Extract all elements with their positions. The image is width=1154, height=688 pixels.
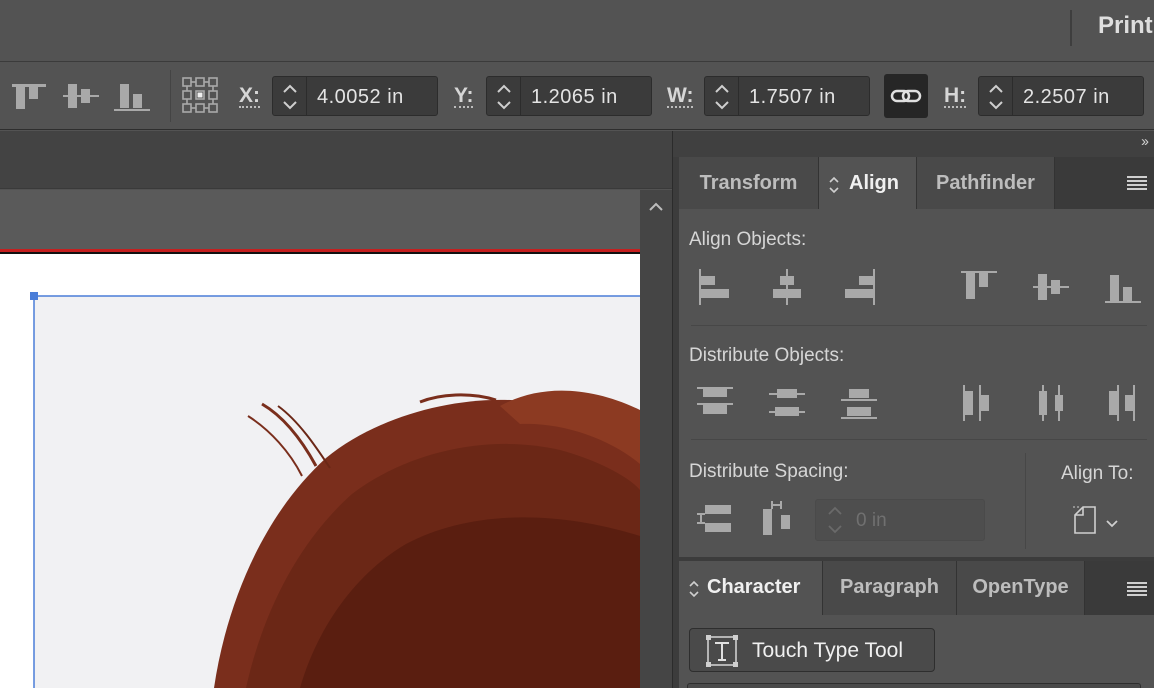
link-icon: [890, 89, 922, 103]
distribute-right-edges-icon[interactable]: [1103, 383, 1143, 423]
h-field[interactable]: 2.2507 in: [978, 76, 1144, 116]
distribute-left-edges-icon[interactable]: [959, 383, 999, 423]
y-label: Y:: [454, 84, 474, 108]
touch-type-tool-button[interactable]: Touch Type Tool: [689, 628, 935, 672]
distribute-horizontal-space-icon[interactable]: [757, 499, 797, 539]
character-panel-tabs: Character Paragraph OpenType: [679, 561, 1154, 615]
distribute-horizontal-centers-icon[interactable]: [1031, 383, 1071, 423]
section-divider-vertical: [1025, 453, 1026, 549]
h-value[interactable]: 2.2507 in: [1023, 86, 1110, 109]
spacing-value: 0 in: [856, 510, 887, 531]
control-bar: X: 4.0052 in Y: 1.2065 in W: 1.7507 in H…: [0, 62, 1154, 130]
distribute-spacing-title: Distribute Spacing:: [689, 461, 849, 482]
h-stepper[interactable]: [979, 77, 1013, 115]
align-objects-title: Align Objects:: [689, 229, 807, 250]
tab-align-label: Align: [849, 172, 899, 194]
stepper-arrows-icon: [828, 506, 842, 534]
collapse-panels-button[interactable]: ››: [1141, 133, 1149, 150]
document-page[interactable]: [0, 254, 640, 688]
application-bar: Print: [0, 0, 1154, 62]
tab-character[interactable]: Character: [679, 561, 823, 615]
align-top-edges-icon[interactable]: [8, 76, 50, 116]
align-bottom-edges-icon[interactable]: [112, 76, 154, 116]
x-stepper[interactable]: [273, 77, 307, 115]
distribute-vertical-centers-icon[interactable]: [767, 383, 807, 423]
distribute-top-edges-icon[interactable]: [695, 383, 735, 423]
y-field[interactable]: 1.2065 in: [486, 76, 652, 116]
scroll-up-icon[interactable]: [640, 190, 672, 222]
pasteboard: [0, 190, 640, 250]
panel-menu-icon[interactable]: [1127, 581, 1147, 597]
align-panel-tabs: Transform Align Pathfinder: [679, 157, 1154, 209]
h-label: H:: [944, 84, 967, 108]
spacing-field: 0 in: [815, 499, 985, 541]
vertical-scrollbar[interactable]: [640, 190, 672, 688]
side-panel: ›› Transform Align Pathfinder Align Obje…: [672, 131, 1154, 688]
w-value[interactable]: 1.7507 in: [749, 86, 836, 109]
tab-align[interactable]: Align: [819, 157, 917, 209]
stepper-arrows-icon: [715, 84, 729, 110]
control-bar-divider: [170, 70, 171, 122]
font-family-field[interactable]: [687, 683, 1141, 688]
distribute-bottom-edges-icon[interactable]: [839, 383, 879, 423]
stepper-arrows-icon: [989, 84, 1003, 110]
section-divider: [691, 439, 1147, 440]
x-field[interactable]: 4.0052 in: [272, 76, 438, 116]
stepper-arrows-icon: [283, 84, 297, 110]
y-value[interactable]: 1.2065 in: [531, 86, 618, 109]
print-menu[interactable]: Print: [1098, 12, 1153, 40]
tab-opentype[interactable]: OpenType: [957, 561, 1085, 615]
x-value[interactable]: 4.0052 in: [317, 86, 404, 109]
constrain-proportions-button[interactable]: [884, 74, 928, 118]
w-stepper[interactable]: [705, 77, 739, 115]
tab-character-label: Character: [707, 576, 801, 598]
document-tab-bar: [0, 131, 672, 189]
align-to-selection-dropdown[interactable]: [1071, 503, 1127, 539]
align-vertical-centers-icon[interactable]: [60, 76, 102, 116]
align-right-edges-icon[interactable]: [839, 267, 879, 307]
toolbar-divider: [1070, 10, 1072, 46]
distribute-vertical-space-icon[interactable]: [695, 499, 735, 539]
touch-type-tool-icon: [706, 635, 738, 667]
align-to-title: Align To:: [1061, 463, 1134, 484]
x-label: X:: [239, 84, 260, 108]
w-label: W:: [667, 84, 694, 108]
tab-chevrons-icon: [689, 580, 699, 598]
touch-type-tool-label: Touch Type Tool: [752, 639, 903, 662]
panel-dock-header: ››: [673, 131, 1154, 157]
align-horizontal-centers-icon[interactable]: [767, 267, 807, 307]
selection-handle[interactable]: [30, 292, 38, 300]
tab-transform[interactable]: Transform: [679, 157, 819, 209]
align-bottom-edges-icon[interactable]: [1103, 267, 1143, 307]
section-divider: [691, 325, 1147, 326]
panel-menu-icon[interactable]: [1127, 175, 1147, 191]
align-left-edges-icon[interactable]: [695, 267, 735, 307]
tab-paragraph[interactable]: Paragraph: [823, 561, 957, 615]
y-stepper[interactable]: [487, 77, 521, 115]
stepper-arrows-icon: [497, 84, 511, 110]
tab-chevrons-icon: [829, 176, 839, 194]
placed-photo[interactable]: [0, 254, 640, 688]
align-panel-body: Align Objects: Distribute Objects: Distr…: [679, 209, 1154, 557]
distribute-objects-title: Distribute Objects:: [689, 345, 845, 366]
reference-point-icon[interactable]: [180, 76, 222, 116]
w-field[interactable]: 1.7507 in: [704, 76, 870, 116]
align-vertical-centers-icon[interactable]: [1031, 267, 1071, 307]
align-top-edges-icon[interactable]: [959, 267, 999, 307]
tab-pathfinder[interactable]: Pathfinder: [917, 157, 1055, 209]
